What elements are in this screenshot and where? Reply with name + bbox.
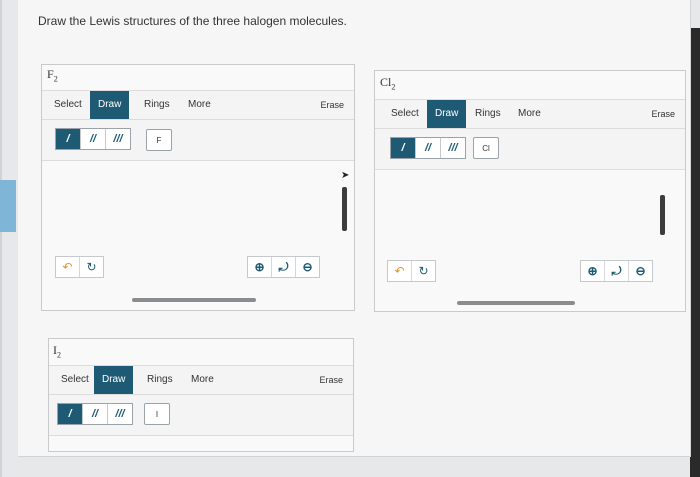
tab-draw[interactable]: Draw: [94, 366, 134, 394]
double-bond-button[interactable]: //: [83, 404, 108, 424]
editor-title: F2: [47, 67, 58, 83]
right-edge: [690, 28, 700, 477]
erase-button[interactable]: Erase: [651, 100, 675, 128]
single-bond-button[interactable]: /: [56, 129, 81, 149]
double-bond-button[interactable]: //: [81, 129, 106, 149]
atom-button-cl[interactable]: Cl: [473, 137, 499, 159]
zoom-in-icon[interactable]: ⊕: [248, 257, 272, 277]
triple-bond-button[interactable]: ///: [441, 138, 465, 158]
double-bond-button[interactable]: //: [416, 138, 441, 158]
zoom-out-icon[interactable]: ⊖: [296, 257, 319, 277]
editor-cl2: Cl2 Select Draw Rings More Erase / // //…: [374, 70, 686, 312]
tab-more[interactable]: More: [187, 366, 218, 394]
atom-button-i[interactable]: I: [144, 403, 170, 425]
undo-icon[interactable]: ↶: [56, 257, 80, 277]
tab-rings[interactable]: Rings: [140, 91, 174, 119]
tab-draw[interactable]: Draw: [90, 91, 130, 119]
editor-i2: I2 Select Draw Rings More Erase / // ///…: [48, 338, 354, 452]
redo-icon[interactable]: ↻: [412, 261, 435, 281]
title-subscript: 2: [53, 74, 58, 84]
single-bond-button[interactable]: /: [391, 138, 416, 158]
tool-row: / // /// Cl: [375, 129, 685, 170]
single-bond-button[interactable]: /: [58, 404, 83, 424]
editor-title: Cl2: [380, 75, 395, 91]
undo-redo-group: ↶ ↻: [387, 260, 436, 282]
horizontal-scrollbar[interactable]: [457, 301, 575, 305]
triple-bond-button[interactable]: ///: [106, 129, 130, 149]
bond-buttons: / // ///: [57, 403, 133, 425]
editor-f2: F2 Select Draw Rings More Erase / // ///…: [41, 64, 355, 311]
toolbar-tabs: Select Draw Rings More Erase: [49, 365, 353, 395]
title-symbol: F: [47, 67, 54, 81]
tab-rings[interactable]: Rings: [143, 366, 177, 394]
tool-row: / // /// I: [49, 395, 353, 436]
tab-draw[interactable]: Draw: [427, 100, 467, 128]
redo-icon[interactable]: ↻: [80, 257, 103, 277]
toolbar-tabs: Select Draw Rings More Erase: [42, 90, 354, 120]
tool-row: / // /// F: [42, 120, 354, 161]
erase-button[interactable]: Erase: [320, 91, 344, 119]
tab-more[interactable]: More: [184, 91, 215, 119]
left-border: [0, 0, 2, 477]
erase-button[interactable]: Erase: [319, 366, 343, 394]
tab-select[interactable]: Select: [57, 366, 93, 394]
zoom-group: ⊕ ⤾ ⊖: [580, 260, 653, 282]
editor-title: I2: [53, 343, 61, 359]
cursor-icon: ➤: [341, 170, 350, 181]
title-symbol: Cl: [380, 75, 392, 89]
reset-view-icon[interactable]: ⤾: [272, 257, 296, 277]
triple-bond-button[interactable]: ///: [108, 404, 132, 424]
zoom-out-icon[interactable]: ⊖: [629, 261, 652, 281]
question-text: Draw the Lewis structures of the three h…: [38, 14, 347, 28]
side-tab[interactable]: [0, 180, 16, 232]
bond-buttons: / // ///: [390, 137, 466, 159]
tab-rings[interactable]: Rings: [471, 100, 505, 128]
tab-more[interactable]: More: [514, 100, 545, 128]
bond-buttons: / // ///: [55, 128, 131, 150]
title-subscript: 2: [391, 82, 396, 92]
title-subscript: 2: [57, 350, 61, 360]
vertical-scrollbar[interactable]: [342, 187, 347, 231]
zoom-group: ⊕ ⤾ ⊖: [247, 256, 320, 278]
toolbar-tabs: Select Draw Rings More Erase: [375, 99, 685, 129]
vertical-scrollbar[interactable]: [660, 195, 665, 235]
tab-select[interactable]: Select: [50, 91, 86, 119]
question-sheet: Draw the Lewis structures of the three h…: [18, 0, 691, 457]
undo-icon[interactable]: ↶: [388, 261, 412, 281]
tab-select[interactable]: Select: [387, 100, 423, 128]
horizontal-scrollbar[interactable]: [132, 298, 256, 302]
atom-button-f[interactable]: F: [146, 129, 172, 151]
reset-view-icon[interactable]: ⤾: [605, 261, 629, 281]
undo-redo-group: ↶ ↻: [55, 256, 104, 278]
zoom-in-icon[interactable]: ⊕: [581, 261, 605, 281]
